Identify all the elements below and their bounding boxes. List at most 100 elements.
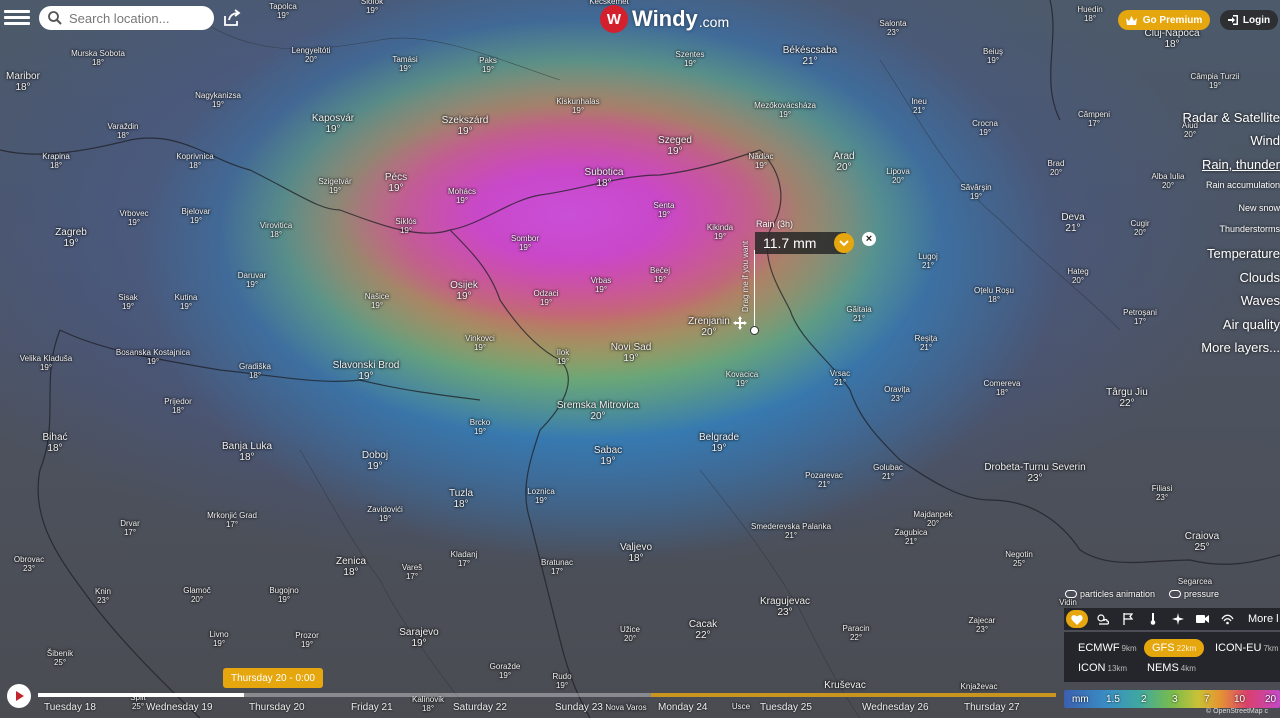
city-label[interactable]: Prozor 19° [295,631,319,650]
city-label[interactable]: Lengyeltóti 20° [292,46,331,65]
city-label[interactable]: Sisak 19° [118,293,138,312]
city-label[interactable]: Tapolca 19° [269,2,297,21]
city-label[interactable]: Pécs 19° [385,172,407,194]
city-label[interactable]: Câmpeni 17° [1078,110,1110,129]
city-label[interactable]: Velika Kladuša 19° [20,354,72,373]
city-label[interactable]: Szeged 19° [658,135,692,157]
city-label[interactable]: Daruvar 19° [238,271,266,290]
favorites-button[interactable] [1066,610,1088,628]
city-label[interactable]: Beiuş 19° [983,47,1003,66]
city-label[interactable]: Koprivnica 18° [176,152,213,171]
timeline-track[interactable] [38,693,1056,697]
city-label[interactable]: Lipova 20° [886,167,910,186]
city-label[interactable]: Smederevska Palanka 21° [751,522,831,541]
city-label[interactable]: Oţelu Roşu 18° [974,286,1014,305]
picker-handle[interactable] [750,326,759,335]
model-gfs[interactable]: GFS 22km [1144,639,1205,657]
city-label[interactable]: Bjelovar 19° [182,207,211,226]
city-label[interactable]: Siklós 19° [395,217,416,236]
city-label[interactable]: Hateg 20° [1067,267,1088,286]
city-label[interactable]: Szentes 19° [676,50,705,69]
city-label[interactable]: Sarajevo 19° [399,627,438,649]
city-label[interactable]: Siófok 19° [361,0,383,16]
share-icon[interactable] [222,8,242,28]
search-input[interactable] [69,10,209,26]
city-label[interactable]: Mezőkovácsháza 19° [754,101,816,120]
city-label[interactable]: Užice 20° [620,625,640,644]
city-label[interactable]: Nădlac 19° [749,152,774,171]
timeline-day[interactable]: Thursday 20 [249,702,305,713]
city-label[interactable]: Rudo 19° [552,672,571,691]
city-label[interactable]: Senta 19° [654,201,675,220]
city-label[interactable]: Drobeta-Turnu Severin 23° [984,462,1085,484]
city-label[interactable]: Kiskunhalas 19° [556,97,599,116]
layer-item-clouds[interactable]: Clouds [1240,270,1280,285]
city-label[interactable]: Békéscsaba 21° [783,45,837,67]
city-label[interactable]: Šibenik 25° [47,649,73,668]
timeline-day[interactable]: Wednesday 26 [862,702,929,713]
city-label[interactable]: Arad 20° [833,151,854,173]
webcam-button[interactable] [1190,608,1215,630]
city-label[interactable]: Brcko 19° [470,418,490,437]
city-label[interactable]: Filiasi 23° [1152,484,1172,503]
city-label[interactable]: Oravița 23° [884,385,910,404]
temperature-button[interactable] [1140,608,1165,630]
city-label[interactable]: Vrsac 21° [830,369,850,388]
city-label[interactable]: Zavidovići 19° [367,505,403,524]
city-label[interactable]: Goražde 19° [490,662,521,681]
city-label[interactable]: Kutina 19° [175,293,198,312]
city-label[interactable]: Zenica 18° [336,556,366,578]
airport-button[interactable] [1165,608,1190,630]
city-label[interactable]: Zajecar 23° [969,616,996,635]
city-label[interactable]: Drvar 17° [120,519,140,538]
city-label[interactable]: Banja Luka 18° [222,441,272,463]
city-label[interactable]: Knin 23° [95,587,111,606]
weather-alert-button[interactable] [1090,608,1115,630]
city-label[interactable]: Tuzla 18° [449,488,473,510]
city-label[interactable]: Knjaževac [961,682,998,692]
model-icon-eu[interactable]: ICON-EU 7km [1215,642,1279,654]
color-scale-legend[interactable]: mm 1.5 2 3 7 10 20 [1064,690,1280,708]
city-label[interactable]: Szigetvár 19° [318,177,351,196]
city-label[interactable]: Valjevo 18° [620,542,652,564]
city-label[interactable]: Pozarevac 21° [805,471,843,490]
city-label[interactable]: Prijedor 18° [164,397,192,416]
timeline-day[interactable]: Saturday 22 [453,702,507,713]
city-label[interactable]: Cugir 20° [1130,219,1149,238]
city-label[interactable]: Târgu Jiu 22° [1106,387,1148,409]
play-button[interactable] [7,684,31,708]
city-label[interactable]: Kaposvár 19° [312,113,354,135]
menu-button[interactable] [4,7,30,29]
city-label[interactable]: Mohács 19° [448,187,476,206]
particles-toggle[interactable]: particles animation [1065,589,1155,599]
city-label[interactable]: Reşiţa 21° [915,334,938,353]
layer-item-temperature[interactable]: Temperature [1207,246,1280,261]
flag-button[interactable] [1115,608,1140,630]
city-label[interactable]: Subotica 18° [585,167,624,189]
city-label[interactable]: Livno 19° [209,630,228,649]
city-label[interactable]: Kruševac [824,680,866,691]
model-icon[interactable]: ICON 13km [1078,662,1127,674]
city-label[interactable]: Craiova 25° [1185,531,1219,553]
city-label[interactable]: Novi Sad 19° [611,342,652,364]
city-label[interactable]: Kovacica 19° [726,370,758,389]
city-label[interactable]: Obrovac 23° [14,555,44,574]
city-label[interactable]: Vrbovec 19° [119,209,148,228]
more-button[interactable]: More l [1248,613,1279,625]
city-label[interactable]: Doboj 19° [362,450,388,472]
windy-logo[interactable]: W Windy .com [600,5,729,33]
city-label[interactable]: Negotin 25° [1005,550,1033,569]
city-label[interactable]: Sabac 19° [594,445,622,467]
city-label[interactable]: Loznica 19° [527,487,555,506]
city-label[interactable]: Brad 20° [1048,159,1065,178]
city-label[interactable]: Vidin [1059,598,1077,608]
picker-close-button[interactable]: × [862,232,876,246]
picker-expand-button[interactable] [834,233,854,253]
city-label[interactable]: Paracin 22° [842,624,869,643]
layer-item-air-quality[interactable]: Air quality [1223,317,1280,332]
city-label[interactable]: Ineu 21° [911,97,927,116]
city-label[interactable]: Slavonski Brod 19° [333,360,400,382]
city-label[interactable]: Cacak 22° [689,619,717,641]
layer-item-rain-accumulation[interactable]: Rain accumulation [1206,180,1280,190]
city-label[interactable]: Comereva 18° [984,379,1021,398]
